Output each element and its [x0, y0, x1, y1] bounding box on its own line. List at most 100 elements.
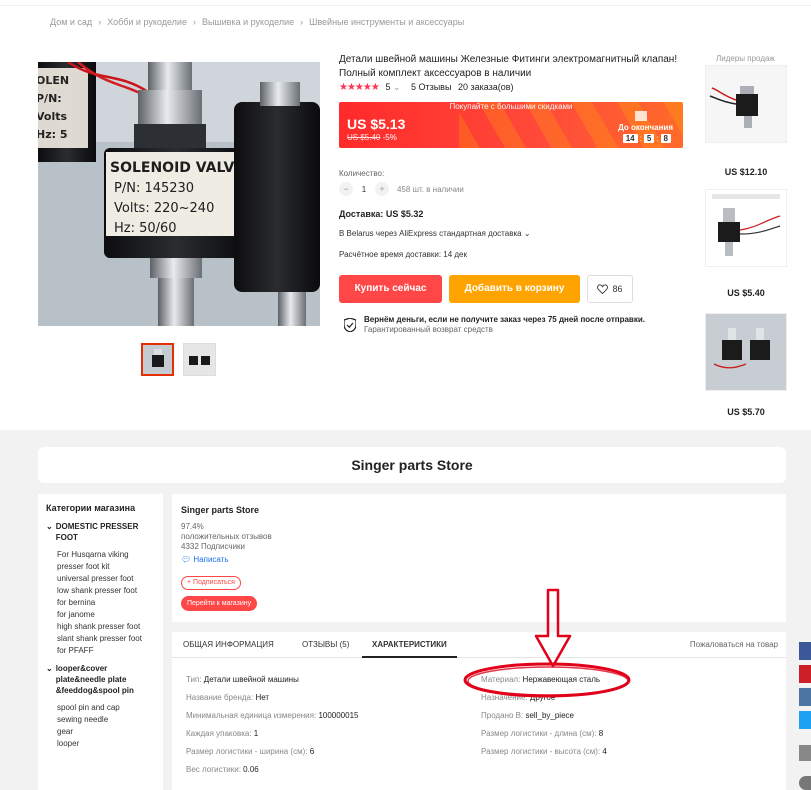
chevron-down-icon: ⌄: [46, 664, 53, 673]
countdown-days: 14: [622, 134, 638, 143]
chevron-down-icon: ⌄: [46, 522, 53, 531]
edit-icon[interactable]: [799, 745, 811, 761]
countdown-timer: 14:5:8: [621, 134, 673, 143]
breadcrumb-item[interactable]: Хобби и рукоделие: [107, 17, 187, 27]
rating-value: 5: [385, 82, 391, 92]
tab-specifications[interactable]: ХАРАКТЕРИСТИКИ: [362, 632, 457, 658]
tab-overview[interactable]: ОБЩАЯ ИНФОРМАЦИЯ: [183, 632, 274, 658]
valve-label-text: SOLENOID VALVE: [110, 160, 244, 176]
guarantee-title: Вернём деньги, если не получите заказ че…: [364, 315, 645, 324]
bestseller-image[interactable]: [705, 313, 787, 391]
discount-badge: -5%: [382, 133, 397, 142]
positive-feedback-label: положительных отзывов: [181, 532, 272, 541]
top-divider: [0, 0, 811, 6]
category-group-label: looper&cover plate&needle plate &feeddog…: [55, 664, 134, 695]
message-seller-label: Написать: [193, 555, 229, 564]
category-item[interactable]: low shank presser foot: [46, 585, 155, 597]
quantity-stepper: − 1 + 458 шт. в наличии: [339, 181, 464, 197]
category-item[interactable]: slant shank presser foot: [46, 633, 155, 645]
delivery-eta: Расчётное время доставки: 14 дек: [339, 250, 467, 259]
product-main-image[interactable]: OLEN P/N: Volts Hz: 5 SOLENOID VALVE P/N…: [38, 62, 320, 326]
breadcrumb-item[interactable]: Дом и сад: [50, 17, 92, 27]
spec-row: Размер логистики - ширина (см): 6: [186, 747, 314, 756]
facebook-share-icon[interactable]: [799, 642, 811, 660]
message-seller-link[interactable]: 💬︎ Написать: [181, 555, 229, 564]
wishlist-count: 86: [612, 284, 623, 294]
category-item[interactable]: for janome: [46, 609, 155, 621]
breadcrumb-item[interactable]: Швейные инструменты и аксессуары: [309, 17, 464, 27]
details-tabs: ОБЩАЯ ИНФОРМАЦИЯ ОТЗЫВЫ (5) ХАРАКТЕРИСТИ…: [172, 632, 786, 658]
wishlist-button[interactable]: 86: [587, 275, 633, 303]
category-item[interactable]: gear: [46, 726, 155, 738]
solenoid-product-image: [706, 314, 786, 390]
category-item[interactable]: universal presser foot: [46, 573, 155, 585]
breadcrumb-separator: ›: [300, 17, 304, 27]
reviews-link[interactable]: 5 Отзывы: [411, 82, 451, 92]
chevron-down-icon[interactable]: ⌄: [393, 82, 401, 92]
subscribe-button[interactable]: + Подписаться: [181, 576, 241, 590]
category-group[interactable]: ⌄ looper&cover plate&needle plate &feeddo…: [46, 663, 155, 696]
spec-key: Размер логистики - высота (см):: [481, 747, 601, 756]
quantity-minus-button[interactable]: −: [339, 182, 353, 196]
store-info-card: Singer parts Store 97.4% положительных о…: [172, 494, 786, 622]
thumbnail-1[interactable]: [141, 343, 174, 376]
twitter-share-icon[interactable]: [799, 711, 811, 729]
spec-value: 100000015: [318, 711, 359, 720]
spec-row: Вес логистики: 0.06: [186, 765, 259, 774]
solenoid-product-image: [706, 190, 786, 266]
bestseller-image[interactable]: [705, 189, 787, 267]
spec-key: Название бренда:: [186, 693, 254, 702]
quantity-value[interactable]: 1: [353, 185, 375, 194]
bestseller-image[interactable]: [705, 65, 787, 143]
add-to-cart-button[interactable]: Добавить в корзину: [449, 275, 580, 303]
valve-label-text: Volts: 220~240: [114, 201, 214, 216]
spec-row: Тип: Детали швейной машины: [186, 675, 299, 684]
tab-reviews[interactable]: ОТЗЫВЫ (5): [302, 632, 349, 658]
category-item[interactable]: sewing needle: [46, 714, 155, 726]
buy-now-button[interactable]: Купить сейчас: [339, 275, 442, 303]
orders-count: 20 заказа(ов): [457, 82, 514, 92]
quantity-plus-button[interactable]: +: [375, 182, 389, 196]
svg-text:Volts: Volts: [38, 110, 67, 123]
store-banner[interactable]: Singer parts Store: [38, 447, 786, 483]
breadcrumb-item[interactable]: Вышивка и рукоделие: [202, 17, 294, 27]
thumbnail-2[interactable]: [183, 343, 216, 376]
spec-value: 0.06: [243, 765, 259, 774]
category-item[interactable]: for bernina: [46, 597, 155, 609]
category-item[interactable]: spool pin and cap: [46, 702, 155, 714]
spec-value: 4: [602, 747, 607, 756]
spec-row: Продано В: sell_by_piece: [481, 711, 574, 720]
price-banner: Покупайте с большими скидками US $5.13 U…: [339, 102, 683, 148]
spec-key: Тип:: [186, 675, 202, 684]
vk-share-icon[interactable]: [799, 688, 811, 706]
annotation-ellipse: [463, 662, 631, 698]
solenoid-valve-photo: OLEN P/N: Volts Hz: 5 SOLENOID VALVE P/N…: [38, 62, 320, 326]
breadcrumb: Дом и сад › Хобби и рукоделие › Вышивка и ру…: [50, 17, 464, 27]
category-group[interactable]: ⌄ DOMESTIC PRESSER FOOT: [46, 521, 155, 543]
breadcrumb-separator: ›: [192, 17, 196, 27]
countdown-label: До окончания: [618, 123, 673, 132]
spec-row: Размер логистики - длина (см): 8: [481, 729, 603, 738]
spec-value: 6: [309, 747, 315, 756]
category-item[interactable]: high shank presser foot: [46, 621, 155, 633]
category-item[interactable]: For Husqarna viking presser foot kit: [46, 549, 155, 573]
guarantee-subtitle: Гарантированный возврат средств: [364, 325, 493, 334]
spec-key: Вес логистики:: [186, 765, 241, 774]
category-item[interactable]: looper: [46, 738, 155, 750]
svg-text:Hz: 5: Hz: 5: [38, 128, 68, 141]
countdown-minutes: 8: [660, 134, 671, 143]
valve-label-text: P/N: 145230: [114, 181, 194, 196]
store-name[interactable]: Singer parts Store: [181, 505, 259, 515]
chevron-down-icon: ⌄: [523, 229, 531, 238]
report-item-link[interactable]: Пожаловаться на товар: [690, 632, 778, 658]
spec-value: 1: [253, 729, 259, 738]
shipping-method[interactable]: В Belarus через AliExpress стандартная д…: [339, 229, 531, 238]
pinterest-share-icon[interactable]: [799, 665, 811, 683]
rating-row: ★★★★★ 5 ⌄ 5 Отзывы 20 заказа(ов): [339, 82, 514, 93]
go-to-store-button[interactable]: Перейти к магазину: [181, 596, 258, 611]
annotation-arrow: [534, 588, 572, 668]
category-item[interactable]: for PFAFF: [46, 645, 155, 657]
scroll-top-icon[interactable]: [799, 776, 811, 790]
subscribers-count: 4332 Подписчики: [181, 542, 246, 551]
categories-title: Категории магазина: [46, 503, 136, 513]
